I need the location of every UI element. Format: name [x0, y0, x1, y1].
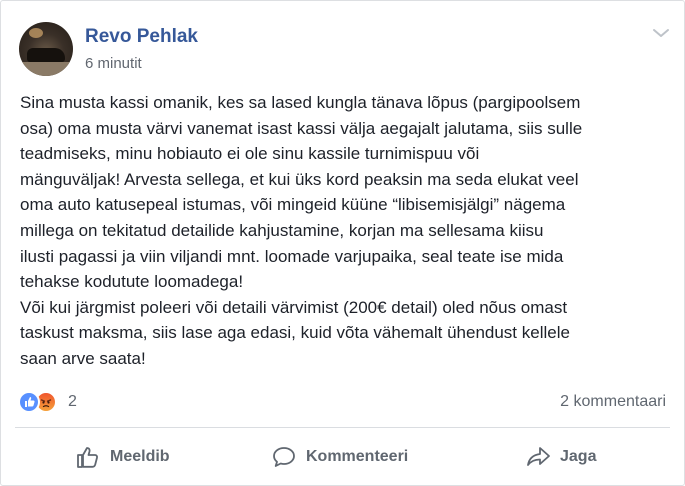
post-card: Revo Pehlak 6 minutit Sina musta kassi o… — [0, 0, 685, 486]
thumbs-up-icon — [77, 447, 98, 468]
avatar[interactable] — [19, 22, 73, 76]
divider — [15, 427, 670, 428]
author-name[interactable]: Revo Pehlak — [85, 26, 198, 48]
avatar-car — [27, 48, 65, 62]
comment-count[interactable]: 2 kommentaari — [560, 393, 666, 411]
avatar-light — [29, 28, 43, 38]
like-button[interactable]: Meeldib — [75, 441, 170, 473]
share-button[interactable]: Jaga — [525, 441, 596, 473]
reaction-count[interactable]: 2 — [68, 393, 77, 411]
avatar-floor — [19, 62, 73, 76]
like-label: Meeldib — [110, 448, 170, 465]
like-reaction-icon — [18, 391, 40, 413]
share-label: Jaga — [560, 448, 597, 465]
comment-button[interactable]: Kommenteeri — [271, 441, 408, 473]
comment-bubble-icon — [273, 447, 295, 467]
post-timestamp[interactable]: 6 minutit — [85, 55, 142, 72]
chevron-down-icon[interactable] — [652, 27, 670, 39]
post-text: Sina musta kassi omanik, kes sa lased ku… — [20, 93, 583, 368]
share-arrow-icon — [527, 447, 550, 466]
comment-label: Kommenteeri — [306, 448, 409, 465]
